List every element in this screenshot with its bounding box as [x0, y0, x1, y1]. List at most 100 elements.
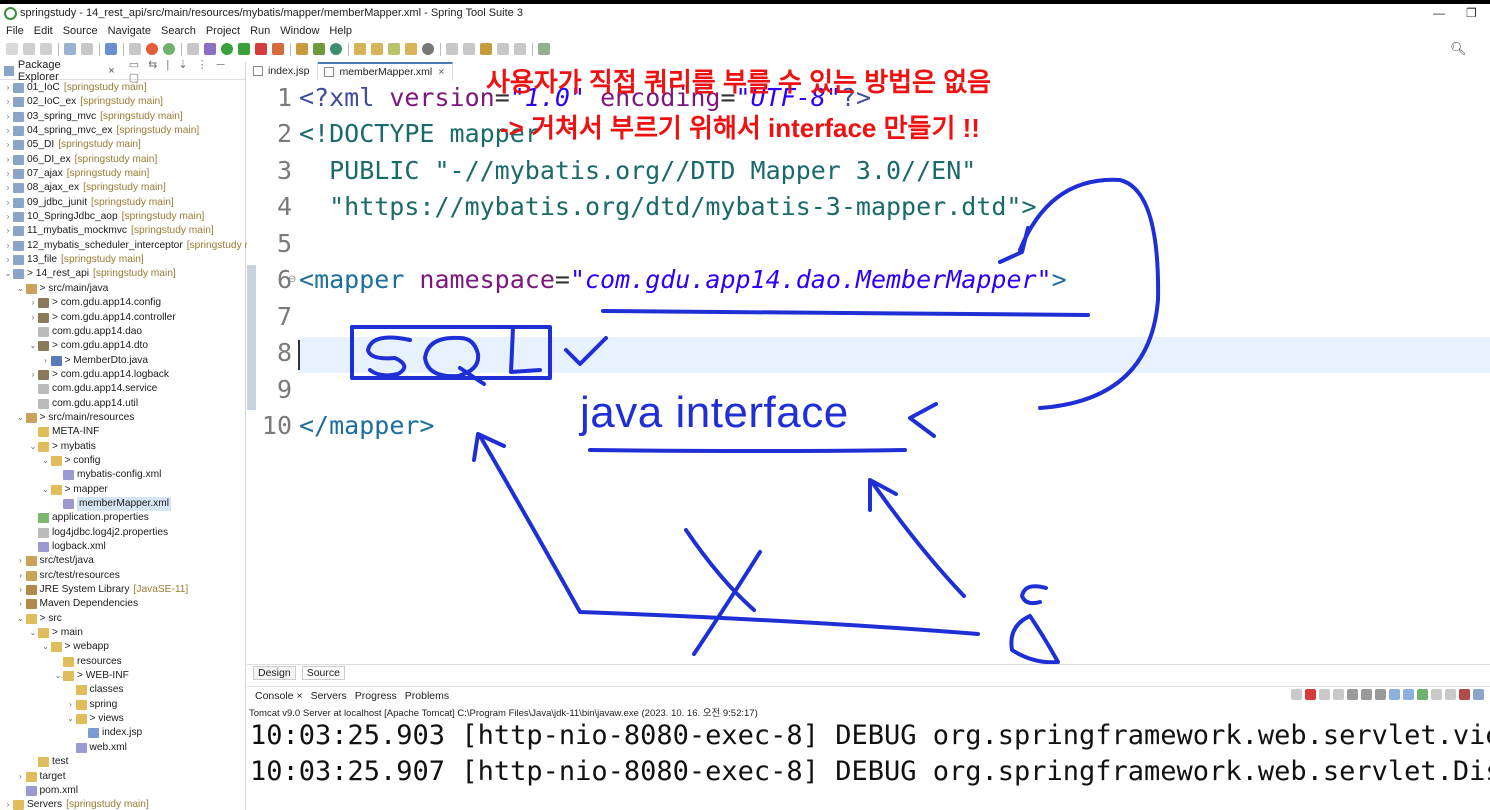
tree-item[interactable]: › spring: [0, 698, 246, 712]
forward-icon[interactable]: [497, 43, 509, 55]
scroll-lock-icon[interactable]: [1361, 689, 1372, 700]
tree-item[interactable]: › 07_ajax [springstudy main]: [0, 167, 246, 181]
annotation-icon[interactable]: [446, 43, 458, 55]
chevron-right-icon[interactable]: ›: [17, 597, 25, 611]
tree-item[interactable]: memberMapper.xml: [0, 496, 246, 512]
tree-item[interactable]: ⌄ > mybatis: [0, 440, 246, 454]
chevron-right-icon[interactable]: ›: [29, 296, 37, 310]
toggle-icon[interactable]: [129, 43, 141, 55]
search-folder-icon[interactable]: [405, 43, 417, 55]
menu-help[interactable]: Help: [329, 25, 352, 37]
chevron-right-icon[interactable]: ›: [4, 81, 12, 95]
menu-file[interactable]: File: [6, 25, 24, 37]
tab-console[interactable]: Console ×: [255, 690, 303, 702]
close-tab-icon[interactable]: ×: [438, 66, 444, 78]
tree-item[interactable]: ⌄ > src/main/resources: [0, 411, 246, 425]
chevron-right-icon[interactable]: ›: [4, 181, 12, 195]
tree-item[interactable]: › > com.gdu.app14.controller: [0, 311, 246, 325]
tree-item[interactable]: pom.xml: [0, 784, 246, 798]
tree-item[interactable]: › src/test/resources: [0, 569, 246, 583]
tab-progress[interactable]: Progress: [355, 690, 397, 702]
close-icon[interactable]: ×: [108, 65, 114, 77]
chevron-right-icon[interactable]: ›: [4, 798, 12, 810]
tree-item[interactable]: META-INF: [0, 425, 246, 439]
tree-item[interactable]: › 11_mybatis_mockmvc [springstudy main]: [0, 224, 246, 238]
maximize-button[interactable]: ❐: [1466, 6, 1477, 20]
word-wrap-icon[interactable]: [1375, 689, 1386, 700]
chevron-right-icon[interactable]: ›: [4, 110, 12, 124]
tree-item[interactable]: ⌄ > views: [0, 712, 246, 726]
pin-icon[interactable]: [1291, 689, 1302, 700]
save-icon[interactable]: [23, 43, 35, 55]
chevron-right-icon[interactable]: ›: [4, 196, 12, 210]
tree-item[interactable]: › JRE System Library [JavaSE-11]: [0, 583, 246, 597]
tree-item[interactable]: › > com.gdu.app14.config: [0, 296, 246, 310]
search-icon[interactable]: 🔍︎: [1450, 41, 1467, 57]
tree-item[interactable]: › 12_mybatis_scheduler_interceptor [spring…: [0, 239, 253, 253]
tree-item[interactable]: › 05_DI [springstudy main]: [0, 138, 246, 152]
tree-item[interactable]: › > MemberDto.java: [0, 354, 246, 368]
chevron-right-icon[interactable]: ›: [4, 239, 12, 253]
view-menu-icon[interactable]: [1473, 689, 1484, 700]
new-console-icon[interactable]: [1445, 689, 1456, 700]
chevron-down-icon[interactable]: ⌄: [17, 282, 25, 296]
new-class-icon[interactable]: [330, 43, 342, 55]
tree-item[interactable]: › Maven Dependencies: [0, 597, 246, 611]
debug-console-icon[interactable]: [1459, 689, 1470, 700]
open-console-icon[interactable]: [1431, 689, 1442, 700]
tree-item[interactable]: ⌄ > config: [0, 454, 246, 468]
open-type-icon[interactable]: [64, 43, 76, 55]
navigate-forward-icon[interactable]: [514, 43, 526, 55]
tree-item[interactable]: › target: [0, 770, 246, 784]
tree-item[interactable]: com.gdu.app14.util: [0, 397, 246, 411]
skip-icon[interactable]: [187, 43, 199, 55]
tree-item[interactable]: com.gdu.app14.dao: [0, 325, 246, 339]
edit-icon[interactable]: [388, 43, 400, 55]
chevron-right-icon[interactable]: ›: [4, 224, 12, 238]
chevron-right-icon[interactable]: ›: [67, 698, 75, 712]
chevron-down-icon[interactable]: ⌄: [29, 339, 37, 353]
tab-design[interactable]: Design: [253, 666, 296, 680]
tree-item[interactable]: mybatis-config.xml: [0, 468, 246, 482]
chevron-down-icon[interactable]: ⌄: [17, 612, 25, 626]
chevron-down-icon[interactable]: ⌄: [67, 712, 75, 726]
back-icon[interactable]: [480, 43, 492, 55]
debug-icon[interactable]: [204, 43, 216, 55]
chevron-right-icon[interactable]: ›: [17, 770, 25, 784]
chevron-right-icon[interactable]: ›: [4, 153, 12, 167]
tree-item[interactable]: ⌄ > webapp: [0, 640, 246, 654]
coverage-icon[interactable]: [272, 43, 284, 55]
tree-item[interactable]: ⌄ > src: [0, 612, 246, 626]
view-toolbar-icons[interactable]: ▭ ⇆ | ⇣ ⋮ ─ ▢: [129, 58, 245, 84]
menu-window[interactable]: Window: [280, 25, 319, 37]
tree-item[interactable]: classes: [0, 683, 246, 697]
menu-search[interactable]: Search: [161, 25, 196, 37]
server-icon[interactable]: [105, 43, 117, 55]
show-stdout-icon[interactable]: [1389, 689, 1400, 700]
tree-item[interactable]: log4jdbc.log4j2.properties: [0, 526, 246, 540]
chevron-right-icon[interactable]: ›: [17, 583, 25, 597]
remove-launch-icon[interactable]: [1319, 689, 1330, 700]
chevron-down-icon[interactable]: ⌄: [54, 669, 62, 683]
tree-item[interactable]: › 02_IoC_ex [springstudy main]: [0, 95, 246, 109]
tab-source[interactable]: Source: [301, 666, 345, 680]
tab-index-jsp[interactable]: index.jsp: [247, 62, 319, 80]
tree-item[interactable]: resources: [0, 655, 246, 669]
menu-navigate[interactable]: Navigate: [108, 25, 151, 37]
terminate-icon[interactable]: [1305, 689, 1316, 700]
chevron-right-icon[interactable]: ›: [29, 368, 37, 382]
tree-item[interactable]: web.xml: [0, 741, 246, 755]
tree-item[interactable]: › > com.gdu.app14.logback: [0, 368, 246, 382]
tab-servers[interactable]: Servers: [311, 690, 347, 702]
chevron-down-icon[interactable]: ⌄: [29, 626, 37, 640]
new-icon[interactable]: [6, 43, 18, 55]
clear-console-icon[interactable]: [1347, 689, 1358, 700]
chevron-right-icon[interactable]: ›: [4, 167, 12, 181]
remove-all-icon[interactable]: [1333, 689, 1344, 700]
chevron-down-icon[interactable]: ⌄: [42, 640, 50, 654]
run-icon[interactable]: [221, 43, 233, 55]
chevron-down-icon[interactable]: ⌄: [42, 483, 50, 497]
spring-icon[interactable]: [163, 43, 175, 55]
chevron-down-icon[interactable]: ⌄: [17, 411, 25, 425]
tree-item[interactable]: › 03_spring_mvc [springstudy main]: [0, 110, 246, 124]
